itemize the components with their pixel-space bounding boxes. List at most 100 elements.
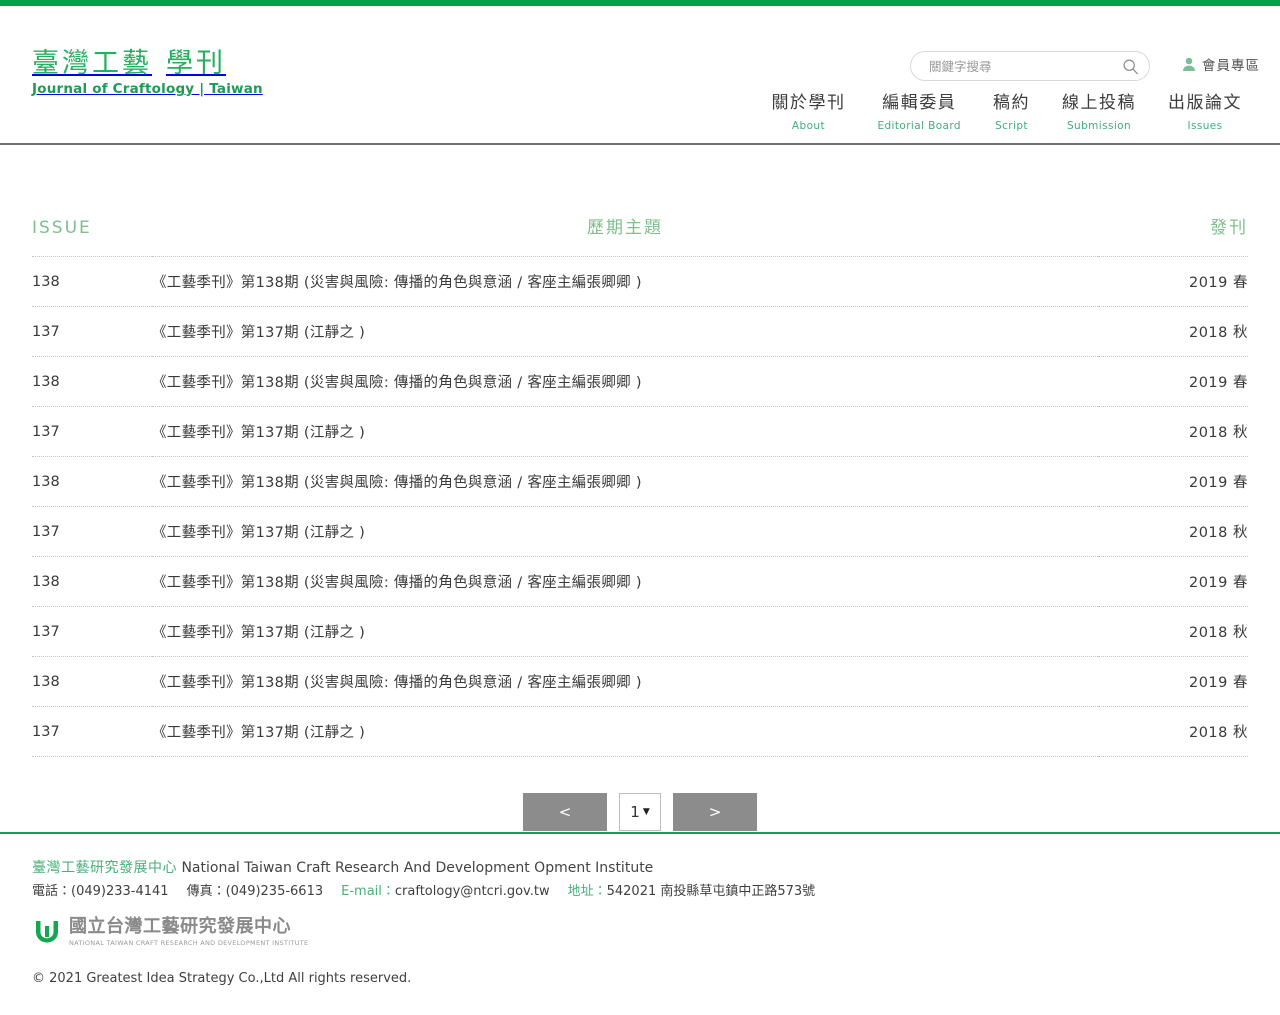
cell-issue: 138 <box>32 573 60 590</box>
site-logo-cn: 臺灣工藝 學刊 <box>32 48 226 79</box>
nav-label-en: About <box>791 119 825 132</box>
footer-email-value[interactable]: craftology@ntcri.gov.tw <box>395 884 550 899</box>
chevron-down-icon: ▼ <box>642 806 650 817</box>
footer-phone-value: (049)233-4141 <box>71 884 169 899</box>
site-footer: 臺灣工藝研究發展中心 National Taiwan Craft Researc… <box>0 832 1280 986</box>
table-row[interactable]: 138 《工藝季刊》第138期 (災害與風險: 傳播的角色與意涵 / 客座主編張… <box>32 357 1248 407</box>
column-header-issue: ISSUE <box>32 218 92 238</box>
cell-issue: 137 <box>32 323 60 340</box>
cell-date: 2019 春 <box>1188 475 1248 491</box>
cell-topic[interactable]: 《工藝季刊》第137期 (江靜之 ) <box>152 507 1098 557</box>
search-input[interactable] <box>927 52 1117 80</box>
footer-org-line: 臺灣工藝研究發展中心 National Taiwan Craft Researc… <box>32 858 1248 879</box>
nav-item-about[interactable]: 關於學刊 About <box>755 92 861 132</box>
footer-fax-value: (049)235-6613 <box>225 884 324 899</box>
ntcri-mark-icon <box>36 920 58 943</box>
nav-label-en: Submission <box>1066 119 1132 132</box>
column-header-topic: 歷期主題 <box>587 218 663 238</box>
cell-issue: 137 <box>32 423 60 440</box>
nav-label-cn: 編輯委員 <box>882 93 957 113</box>
column-header-date: 發刊 <box>1210 218 1248 238</box>
table-row[interactable]: 137 《工藝季刊》第137期 (江靜之 ) 2018 秋 <box>32 407 1248 457</box>
footer-phone-label: 電話： <box>32 884 72 899</box>
issues-table-head: ISSUE 歷期主題 發刊 <box>32 213 1248 257</box>
cell-topic[interactable]: 《工藝季刊》第137期 (江靜之 ) <box>152 607 1098 657</box>
footer-email-label: E-mail： <box>341 884 395 899</box>
table-row[interactable]: 138 《工藝季刊》第138期 (災害與風險: 傳播的角色與意涵 / 客座主編張… <box>32 257 1248 307</box>
pagination: < 1 ▼ > <box>32 793 1248 831</box>
table-row[interactable]: 137 《工藝季刊》第137期 (江靜之 ) 2018 秋 <box>32 507 1248 557</box>
search-box[interactable] <box>910 51 1150 81</box>
main-navigation: 關於學刊 About 編輯委員 Editorial Board 稿約 Scrip… <box>755 92 1258 132</box>
issues-table: ISSUE 歷期主題 發刊 138 《工藝季刊》第138期 (災害與風險: 傳播… <box>32 213 1248 757</box>
cell-issue: 138 <box>32 673 60 690</box>
main-content: ISSUE 歷期主題 發刊 138 《工藝季刊》第138期 (災害與風險: 傳播… <box>0 213 1280 831</box>
cell-topic[interactable]: 《工藝季刊》第137期 (江靜之 ) <box>152 407 1098 457</box>
footer-fax-label: 傳真： <box>186 884 226 899</box>
search-button[interactable] <box>1117 53 1143 79</box>
cell-date: 2019 春 <box>1188 575 1248 591</box>
table-row[interactable]: 137 《工藝季刊》第137期 (江靜之 ) 2018 秋 <box>32 707 1248 757</box>
cell-topic[interactable]: 《工藝季刊》第138期 (災害與風險: 傳播的角色與意涵 / 客座主編張卿卿 ) <box>152 457 1098 507</box>
cell-topic[interactable]: 《工藝季刊》第137期 (江靜之 ) <box>152 707 1098 757</box>
nav-label-cn: 線上投稿 <box>1062 93 1136 113</box>
member-area-link[interactable]: 會員專區 <box>1182 54 1260 74</box>
search-icon <box>1123 59 1138 74</box>
cell-date: 2019 春 <box>1188 675 1248 691</box>
nav-item-issues[interactable]: 出版論文 Issues <box>1152 92 1258 132</box>
nav-label-en: Script <box>995 119 1028 132</box>
site-logo-en: Journal of Craftology | Taiwan <box>32 81 263 98</box>
cell-date: 2018 秋 <box>1188 425 1248 441</box>
cell-date: 2018 秋 <box>1188 325 1248 341</box>
nav-label-cn: 稿約 <box>993 93 1030 113</box>
cell-issue: 137 <box>32 723 60 740</box>
table-row[interactable]: 137 《工藝季刊》第137期 (江靜之 ) 2018 秋 <box>32 607 1248 657</box>
nav-item-editorial-board[interactable]: 編輯委員 Editorial Board <box>861 92 977 132</box>
nav-item-script[interactable]: 稿約 Script <box>977 92 1046 132</box>
footer-address-value: 542021 南投縣草屯鎮中正路573號 <box>606 884 816 899</box>
next-page-button[interactable]: > <box>673 793 757 831</box>
cell-issue: 138 <box>32 373 60 390</box>
footer-address-label: 地址： <box>567 884 607 899</box>
table-row[interactable]: 137 《工藝季刊》第137期 (江靜之 ) 2018 秋 <box>32 307 1248 357</box>
cell-topic[interactable]: 《工藝季刊》第138期 (災害與風險: 傳播的角色與意涵 / 客座主編張卿卿 ) <box>152 257 1098 307</box>
cell-date: 2019 春 <box>1188 375 1248 391</box>
cell-topic[interactable]: 《工藝季刊》第137期 (江靜之 ) <box>152 307 1098 357</box>
issues-table-body: 138 《工藝季刊》第138期 (災害與風險: 傳播的角色與意涵 / 客座主編張… <box>32 257 1248 757</box>
cell-date: 2018 秋 <box>1188 525 1248 541</box>
page-number-select[interactable]: 1 ▼ <box>619 793 661 831</box>
page-number-value: 1 <box>630 803 640 821</box>
cell-issue: 138 <box>32 273 60 290</box>
user-icon <box>1183 57 1195 71</box>
footer-institute-logo[interactable]: 國立台灣工藝研究發展中心 NATIONAL TAIWAN CRAFT RESEA… <box>32 917 1248 947</box>
cell-topic[interactable]: 《工藝季刊》第138期 (災害與風險: 傳播的角色與意涵 / 客座主編張卿卿 ) <box>152 357 1098 407</box>
cell-date: 2019 春 <box>1188 275 1248 291</box>
cell-date: 2018 秋 <box>1188 625 1248 641</box>
cell-issue: 137 <box>32 623 60 640</box>
cell-topic[interactable]: 《工藝季刊》第138期 (災害與風險: 傳播的角色與意涵 / 客座主編張卿卿 ) <box>152 657 1098 707</box>
cell-issue: 138 <box>32 473 60 490</box>
member-area-label: 會員專區 <box>1202 58 1260 74</box>
footer-org-cn: 臺灣工藝研究發展中心 <box>32 860 177 876</box>
nav-label-cn: 關於學刊 <box>771 93 846 113</box>
table-header-row: ISSUE 歷期主題 發刊 <box>32 213 1248 257</box>
previous-page-button[interactable]: < <box>523 793 607 831</box>
cell-date: 2018 秋 <box>1188 725 1248 741</box>
table-row[interactable]: 138 《工藝季刊》第138期 (災害與風險: 傳播的角色與意涵 / 客座主編張… <box>32 657 1248 707</box>
cell-topic[interactable]: 《工藝季刊》第138期 (災害與風險: 傳播的角色與意涵 / 客座主編張卿卿 ) <box>152 557 1098 607</box>
site-header: 臺灣工藝學刊 Journal of Craftology | Taiwan 會員… <box>0 6 1280 143</box>
copyright-text: © 2021 Greatest Idea Strategy Co.,Ltd Al… <box>32 970 412 986</box>
cell-issue: 137 <box>32 523 60 540</box>
search-area <box>910 51 1150 81</box>
footer-org-en: National Taiwan Craft Research And Devel… <box>181 860 654 876</box>
nav-label-en: Issues <box>1187 119 1223 132</box>
nav-label-cn: 出版論文 <box>1168 93 1242 113</box>
footer-contact-line: 電話：(049)233-4141 傳真：(049)235-6613 E-mail：c… <box>32 882 1248 903</box>
table-row[interactable]: 138 《工藝季刊》第138期 (災害與風險: 傳播的角色與意涵 / 客座主編張… <box>32 457 1248 507</box>
footer-logo-cn: 國立台灣工藝研究發展中心 <box>69 915 291 937</box>
nav-label-en: Editorial Board <box>877 119 961 132</box>
header-divider <box>0 143 1280 145</box>
table-row[interactable]: 138 《工藝季刊》第138期 (災害與風險: 傳播的角色與意涵 / 客座主編張… <box>32 557 1248 607</box>
nav-item-submission[interactable]: 線上投稿 Submission <box>1046 92 1152 132</box>
site-logo[interactable]: 臺灣工藝 學刊 Journal of Craftology | Taiwan <box>32 48 263 97</box>
